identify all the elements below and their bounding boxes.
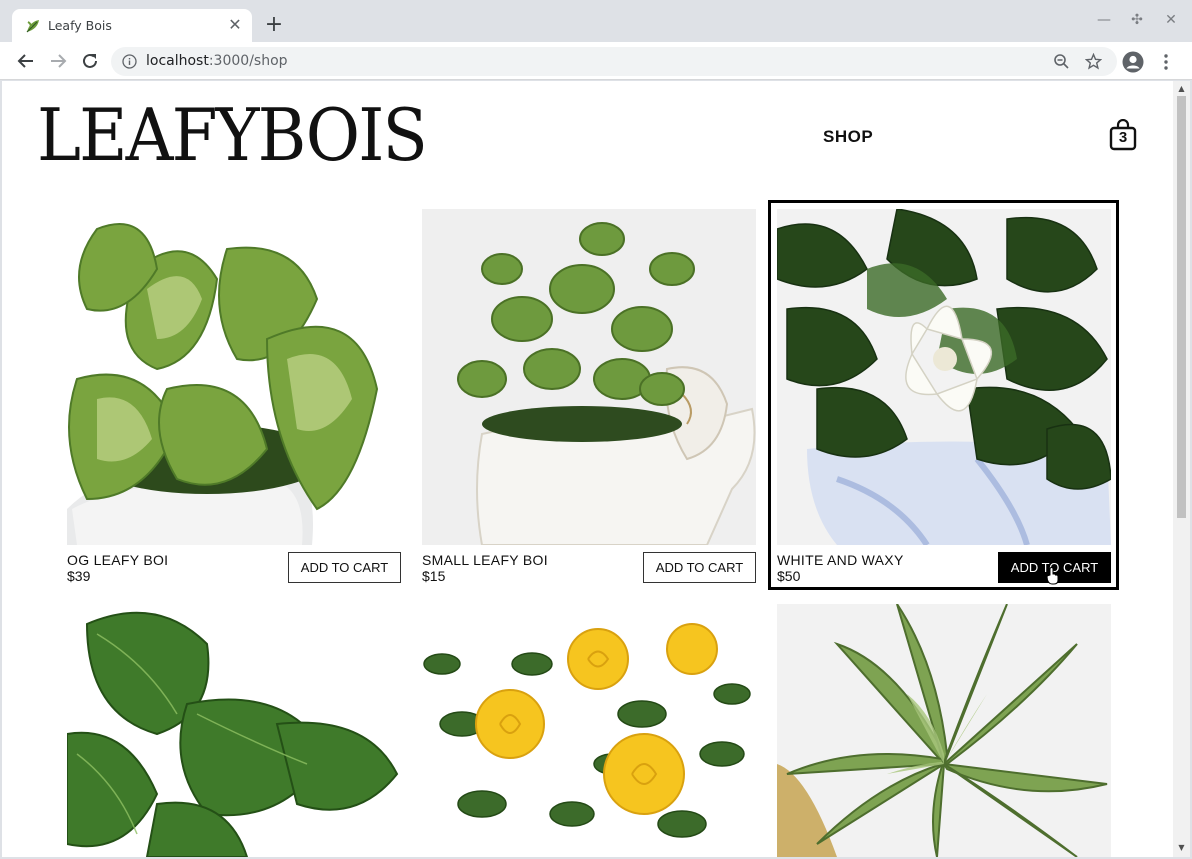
maximize-icon[interactable]: ✣ bbox=[1128, 12, 1146, 28]
product-image[interactable] bbox=[67, 604, 401, 857]
add-to-cart-button[interactable]: ADD TO CART bbox=[288, 552, 401, 583]
scrollbar-thumb[interactable] bbox=[1177, 96, 1186, 518]
scroll-up-icon[interactable]: ▲ bbox=[1177, 84, 1186, 93]
close-window-icon[interactable]: ✕ bbox=[1162, 12, 1180, 28]
tab-title: Leafy Bois bbox=[48, 18, 112, 33]
scroll-down-icon[interactable]: ▼ bbox=[1177, 843, 1186, 852]
new-tab-button[interactable]: + bbox=[263, 14, 285, 36]
close-tab-icon[interactable]: ✕ bbox=[226, 16, 244, 34]
pothos-plant-photo-icon bbox=[67, 209, 401, 545]
minimize-icon[interactable]: — bbox=[1095, 12, 1113, 28]
info-icon[interactable] bbox=[122, 54, 137, 69]
succulent-photo-icon bbox=[777, 604, 1111, 857]
address-bar[interactable]: localhost:3000/shop bbox=[111, 47, 1117, 76]
leaf-favicon-icon bbox=[26, 20, 39, 33]
hand-cursor-icon bbox=[1046, 567, 1059, 585]
product-image[interactable] bbox=[67, 209, 401, 545]
browser-tab[interactable]: Leafy Bois ✕ bbox=[12, 9, 252, 42]
url-path: :3000/shop bbox=[208, 53, 288, 69]
cart-count: 3 bbox=[1118, 129, 1128, 146]
product-price: $15 bbox=[422, 568, 446, 584]
page-scrollbar[interactable]: ▲ ▼ bbox=[1173, 81, 1190, 857]
add-to-cart-button[interactable]: ADD TO CART bbox=[643, 552, 756, 583]
product-name[interactable]: WHITE AND WAXY bbox=[777, 552, 904, 568]
more-options-icon[interactable] bbox=[1160, 51, 1172, 73]
fiddle-leaf-fig-photo-icon bbox=[67, 604, 401, 857]
site-logo[interactable]: LEAFYBOIS bbox=[37, 99, 428, 171]
reload-icon[interactable] bbox=[79, 50, 101, 72]
yellow-roses-photo-icon bbox=[422, 604, 756, 857]
product-name[interactable]: OG LEAFY BOI bbox=[67, 552, 168, 568]
url-text: localhost:3000/shop bbox=[146, 53, 288, 69]
browser-toolbar: localhost:3000/shop bbox=[0, 42, 1192, 80]
bookmark-star-icon[interactable] bbox=[1085, 53, 1102, 70]
zoom-out-icon[interactable] bbox=[1053, 53, 1070, 70]
cart-button[interactable]: 3 bbox=[1108, 118, 1138, 151]
tab-strip: Leafy Bois ✕ + — ✣ ✕ bbox=[0, 0, 1192, 42]
product-image[interactable] bbox=[777, 604, 1111, 857]
product-image[interactable] bbox=[777, 209, 1111, 545]
product-price: $39 bbox=[67, 568, 91, 584]
gardenia-plant-photo-icon bbox=[777, 209, 1111, 545]
forward-arrow-icon[interactable] bbox=[47, 50, 69, 72]
product-price: $50 bbox=[777, 568, 801, 584]
browser-window: Leafy Bois ✕ + — ✣ ✕ localhost:3000/shop bbox=[0, 0, 1192, 859]
product-image[interactable] bbox=[422, 209, 756, 545]
back-arrow-icon[interactable] bbox=[15, 50, 37, 72]
product-name[interactable]: SMALL LEAFY BOI bbox=[422, 552, 548, 568]
page-viewport: LEAFYBOIS SHOP 3 OG LEAFY BOI $39 ADD TO… bbox=[2, 81, 1173, 857]
profile-avatar-icon[interactable] bbox=[1122, 51, 1144, 73]
nav-shop-link[interactable]: SHOP bbox=[823, 127, 873, 147]
product-image[interactable] bbox=[422, 604, 756, 857]
jade-plant-elephant-pot-photo-icon bbox=[422, 209, 756, 545]
url-host: localhost bbox=[146, 53, 209, 69]
